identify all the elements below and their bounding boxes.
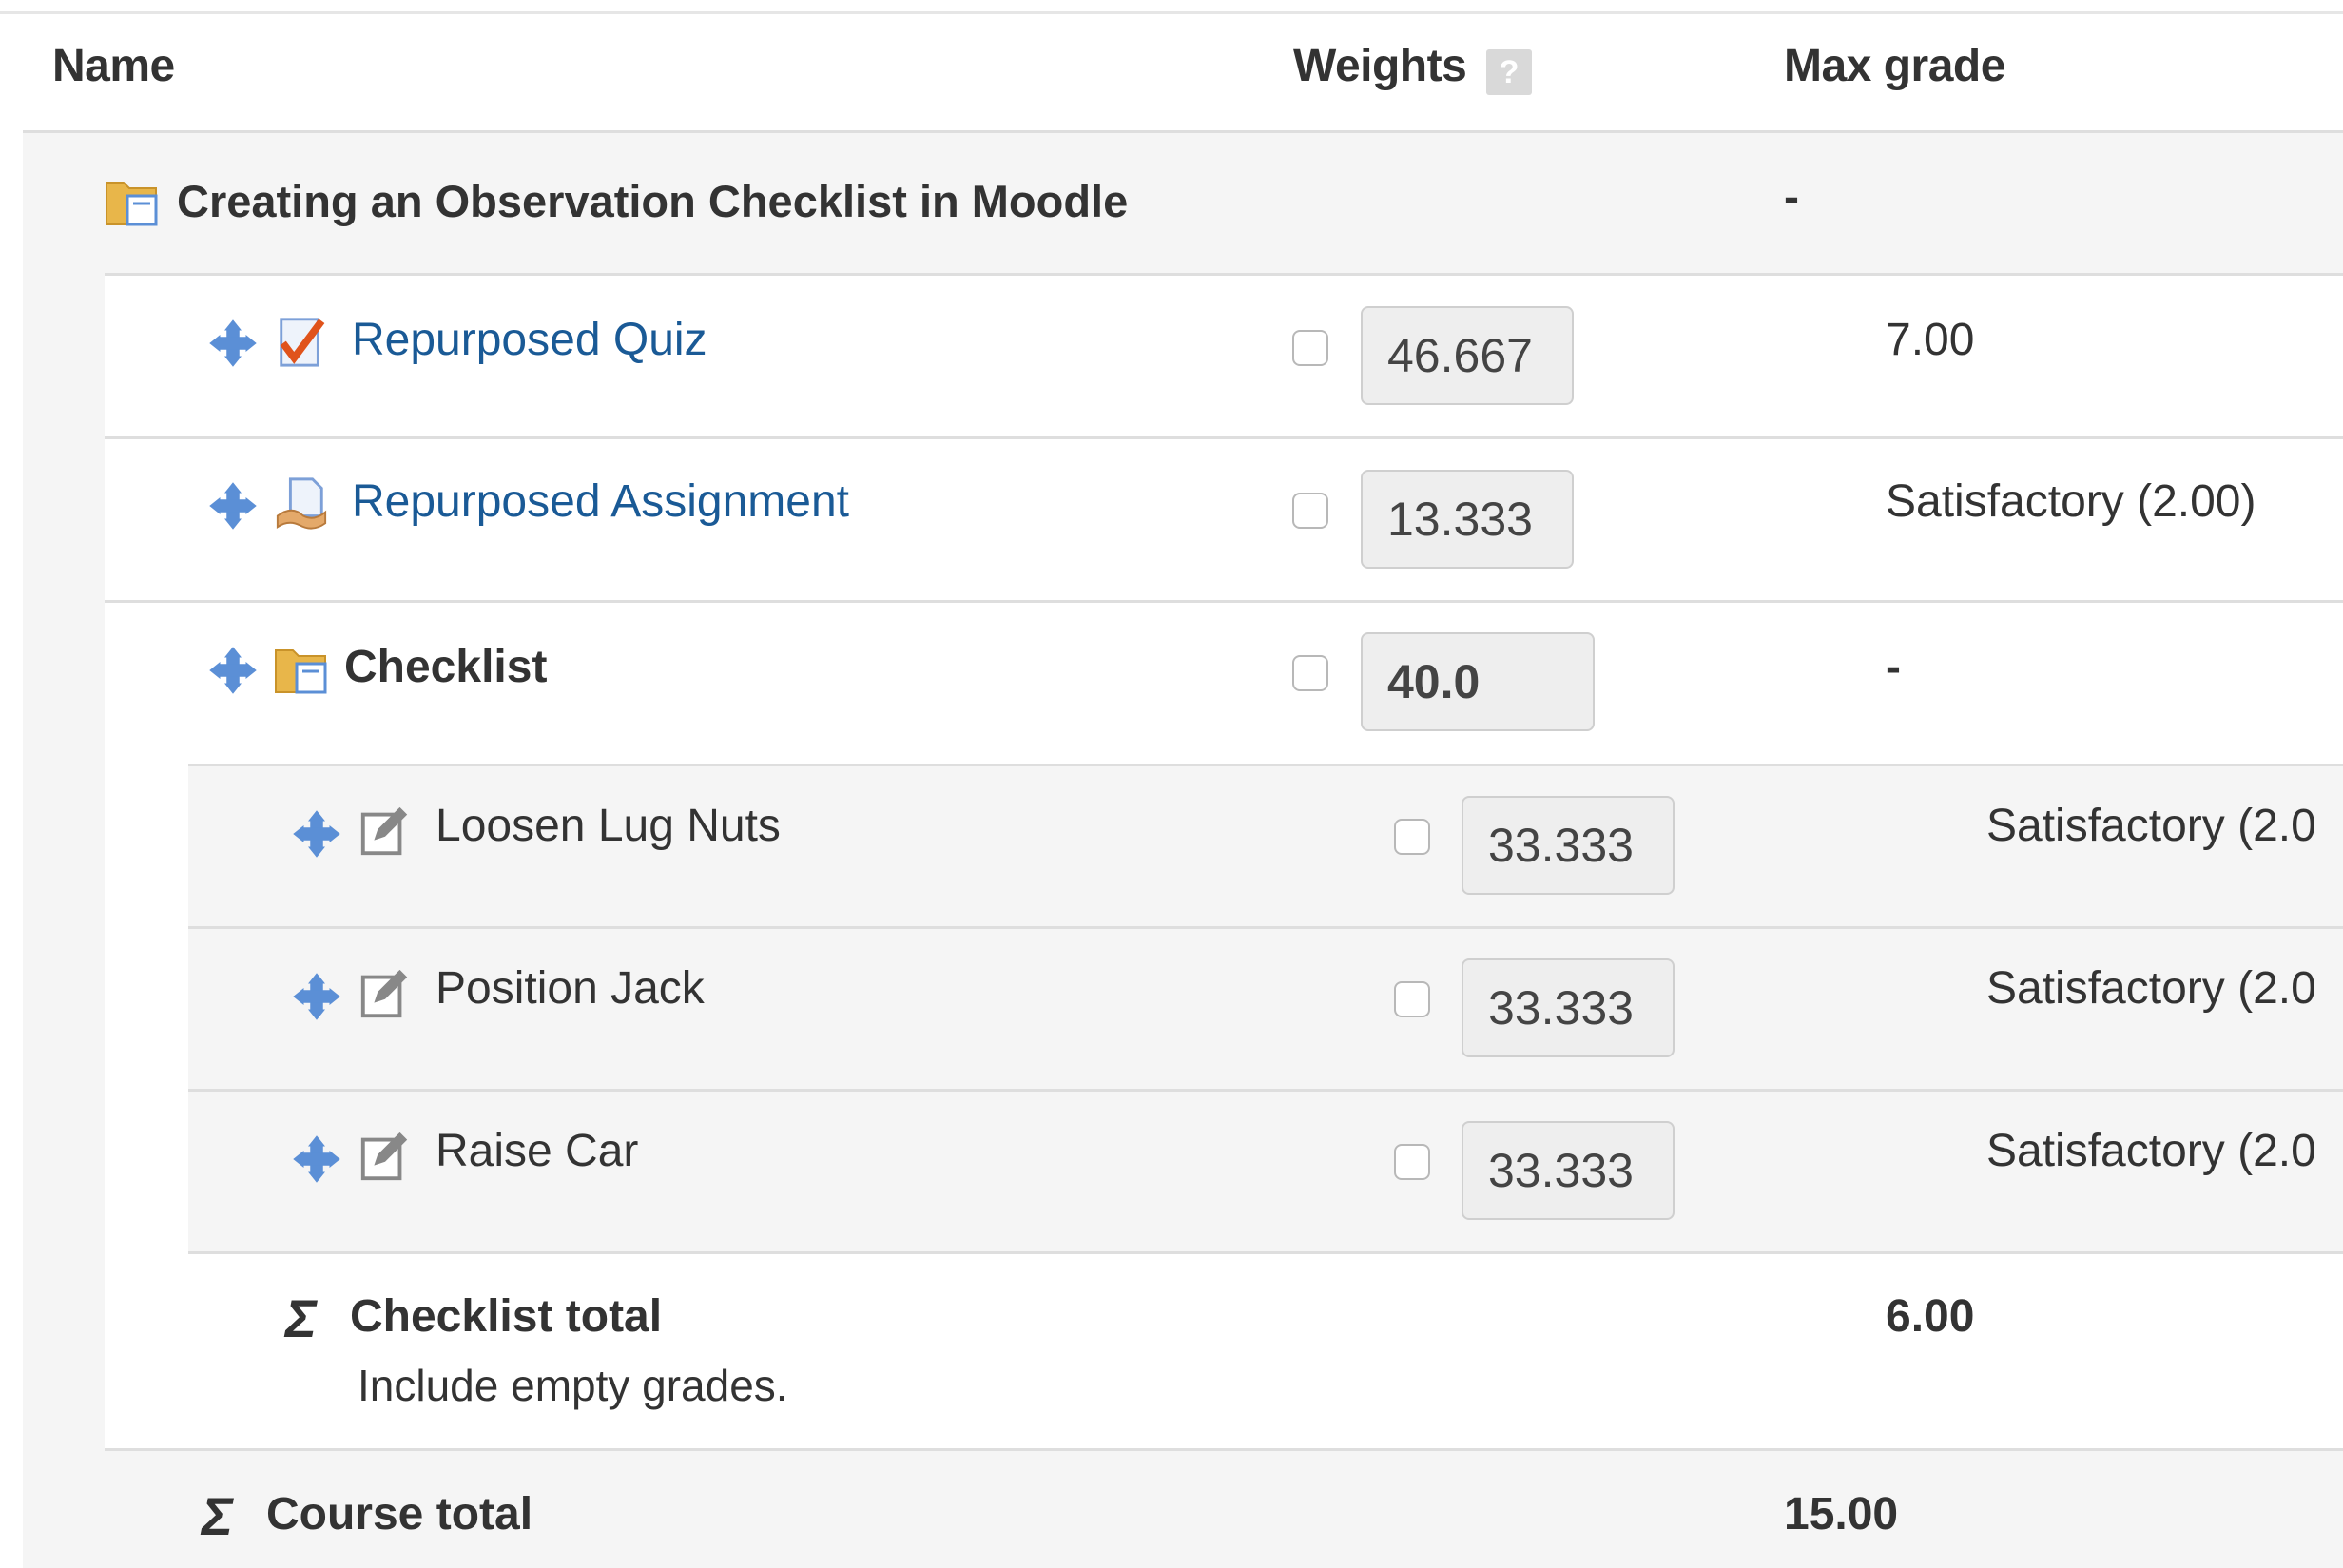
checklist-name: Checklist: [344, 642, 548, 692]
manual-item-icon: [360, 969, 408, 1018]
folder-icon: [275, 649, 327, 694]
item-link[interactable]: Repurposed Assignment: [352, 475, 849, 528]
weight-override-checkbox[interactable]: [1292, 655, 1328, 691]
weight-input[interactable]: 33.333: [1462, 796, 1675, 895]
category-max-grade: -: [1784, 172, 1799, 223]
item-max-grade: Satisfactory (2.0: [1986, 963, 2316, 1014]
weight-input[interactable]: 13.333: [1361, 470, 1574, 569]
row-divider: [105, 273, 2343, 276]
manual-item-icon: [360, 1132, 408, 1181]
course-total-max-grade: 15.00: [1784, 1489, 1899, 1539]
move-icon[interactable]: [207, 480, 259, 532]
row-divider: [188, 926, 2343, 929]
row-divider: [23, 130, 2343, 133]
column-header-max-grade: Max grade: [1784, 41, 2005, 91]
checklist-max-grade: -: [1886, 642, 1901, 692]
top-divider: [0, 11, 2343, 14]
grade-item-name: Raise Car: [436, 1126, 639, 1176]
grade-item-name: Position Jack: [436, 963, 705, 1014]
checklist-total-max-grade: 6.00: [1886, 1291, 1975, 1342]
item-max-grade: 7.00: [1886, 315, 1975, 365]
row-divider: [188, 1251, 2343, 1254]
help-icon[interactable]: ?: [1486, 49, 1532, 95]
manual-item-icon: [360, 806, 408, 856]
move-icon[interactable]: [291, 1133, 342, 1185]
row-divider: [105, 436, 2343, 439]
weight-input[interactable]: 33.333: [1462, 1121, 1675, 1220]
item-max-grade: Satisfactory (2.00): [1886, 476, 2256, 527]
item-max-grade: Satisfactory (2.0: [1986, 801, 2316, 851]
folder-icon: [106, 182, 158, 226]
weight-override-checkbox[interactable]: [1292, 330, 1328, 366]
column-header-weights: Weights: [1293, 41, 1467, 91]
move-icon[interactable]: [291, 971, 342, 1022]
checklist-total-label: Checklist total: [350, 1291, 663, 1342]
weight-override-checkbox[interactable]: [1394, 981, 1430, 1017]
weight-input[interactable]: 33.333: [1462, 958, 1675, 1057]
row-divider: [105, 600, 2343, 603]
weight-override-checkbox[interactable]: [1292, 493, 1328, 529]
grade-item-name: Loosen Lug Nuts: [436, 801, 781, 851]
weight-input[interactable]: 46.667: [1361, 306, 1574, 405]
sigma-icon: Σ: [202, 1486, 234, 1546]
row-divider: [188, 764, 2343, 766]
item-max-grade: Satisfactory (2.0: [1986, 1126, 2316, 1176]
weight-input[interactable]: 40.0: [1361, 632, 1595, 731]
aggregation-note: Include empty grades.: [358, 1361, 788, 1410]
row-divider: [188, 1089, 2343, 1092]
move-icon[interactable]: [207, 318, 259, 369]
weight-override-checkbox[interactable]: [1394, 1144, 1430, 1180]
weight-override-checkbox[interactable]: [1394, 819, 1430, 855]
course-total-label: Course total: [266, 1489, 533, 1539]
row-divider: [105, 1448, 2343, 1451]
quiz-icon: [280, 318, 325, 367]
category-name: Creating an Observation Checklist in Moo…: [177, 176, 1129, 226]
move-icon[interactable]: [291, 808, 342, 860]
sigma-icon: Σ: [285, 1288, 318, 1348]
column-header-name[interactable]: Name: [52, 40, 175, 92]
item-link[interactable]: Repurposed Quiz: [352, 314, 707, 366]
assignment-icon: [276, 477, 327, 530]
move-icon[interactable]: [207, 645, 259, 696]
